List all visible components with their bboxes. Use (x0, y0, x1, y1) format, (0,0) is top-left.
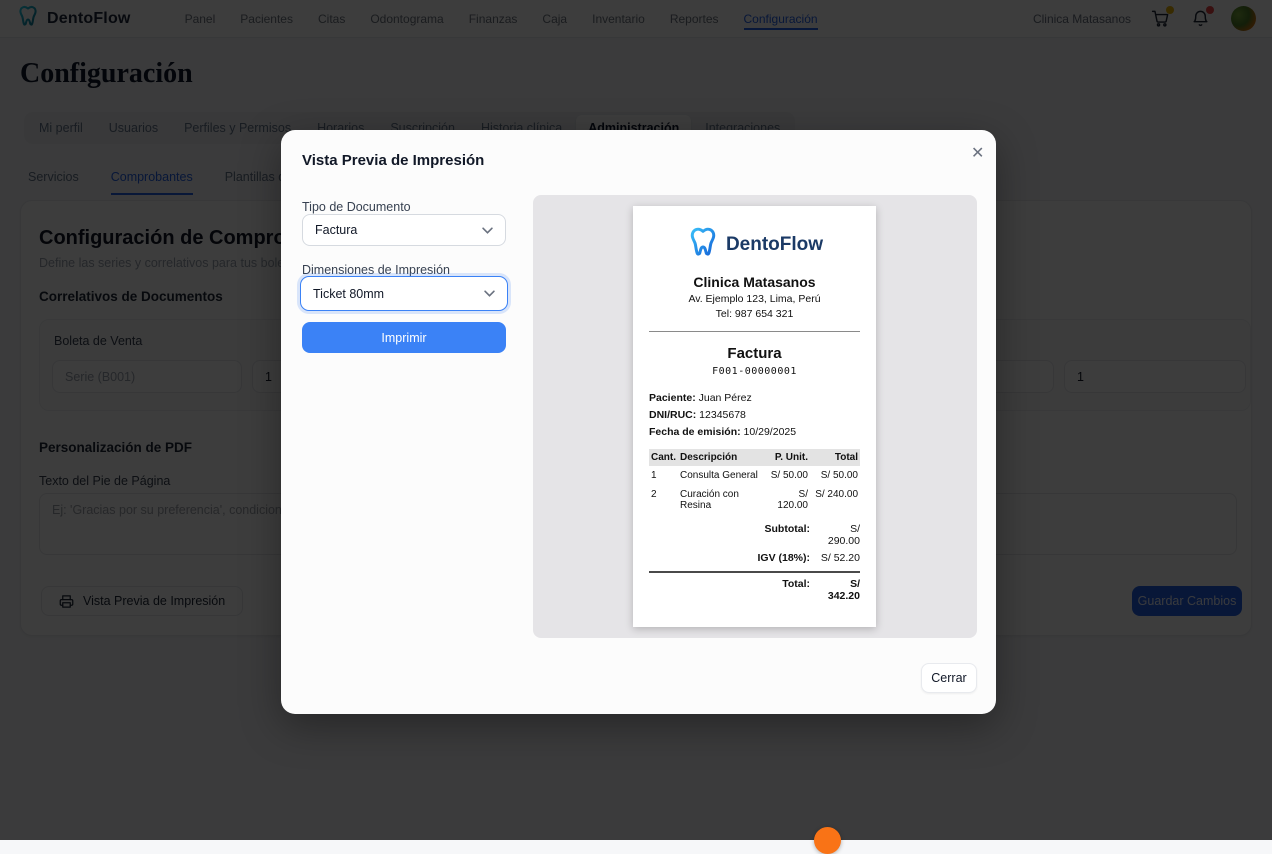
dni-value: 12345678 (699, 409, 746, 421)
receipt-preview-area: DentoFlow Clinica Matasanos Av. Ejemplo … (533, 195, 977, 638)
receipt-patient-info: Paciente: Juan Pérez DNI/RUC: 12345678 F… (649, 390, 860, 440)
receipt-doc-title: Factura (649, 345, 860, 362)
subtotal-row: Subtotal: S/ 290.00 (649, 523, 860, 547)
tooth-logo-icon (686, 225, 720, 264)
receipt-items-table: Cant. Descripción P. Unit. Total 1 Consu… (649, 449, 860, 515)
igv-row: IGV (18%): S/ 52.20 (649, 552, 860, 564)
igv-label: IGV (18%): (757, 552, 810, 564)
receipt-ticket: DentoFlow Clinica Matasanos Av. Ejemplo … (633, 206, 876, 627)
doc-type-label: Tipo de Documento (302, 200, 411, 214)
cell-desc: Curación con Resina (678, 485, 764, 515)
col-descripcion: Descripción (678, 449, 764, 466)
col-cant: Cant. (649, 449, 678, 466)
cell-unit: S/ 50.00 (764, 466, 810, 485)
subtotal-label: Subtotal: (765, 523, 811, 535)
receipt-divider (649, 331, 860, 332)
receipt-doc-number: F001-00000001 (649, 366, 860, 377)
col-total: Total (810, 449, 860, 466)
total-label: Total: (782, 578, 810, 590)
floating-action-button[interactable] (814, 827, 841, 854)
modal-title: Vista Previa de Impresión (302, 152, 484, 169)
dimensions-select[interactable]: Ticket 80mm (300, 276, 508, 311)
modal-close-icon[interactable]: ✕ (971, 146, 984, 162)
dni-label: DNI/RUC: (649, 409, 696, 421)
print-button[interactable]: Imprimir (302, 322, 506, 353)
subtotal-value: S/ 290.00 (816, 523, 860, 547)
col-punit: P. Unit. (764, 449, 810, 466)
igv-value: S/ 52.20 (816, 552, 860, 564)
receipt-logo: DentoFlow (649, 225, 860, 264)
receipt-address: Av. Ejemplo 123, Lima, Perú (649, 293, 860, 305)
cell-unit: S/ 120.00 (764, 485, 810, 515)
cell-cant: 1 (649, 466, 678, 485)
cell-total: S/ 50.00 (810, 466, 860, 485)
receipt-phone: Tel: 987 654 321 (649, 308, 860, 320)
close-modal-button[interactable]: Cerrar (921, 663, 977, 693)
receipt-brand-name: DentoFlow (726, 234, 823, 256)
doc-type-select[interactable]: Factura (302, 214, 506, 246)
table-header-row: Cant. Descripción P. Unit. Total (649, 449, 860, 466)
cell-desc: Consulta General (678, 466, 764, 485)
total-value: S/ 342.20 (816, 578, 860, 602)
receipt-totals: Subtotal: S/ 290.00 IGV (18%): S/ 52.20 … (649, 523, 860, 602)
date-label: Fecha de emisión: (649, 426, 741, 438)
print-preview-modal: Vista Previa de Impresión ✕ Tipo de Docu… (281, 130, 996, 714)
total-row: Total: S/ 342.20 (649, 571, 860, 602)
receipt-clinic-name: Clinica Matasanos (649, 274, 860, 290)
cell-total: S/ 240.00 (810, 485, 860, 515)
dimensions-value: Ticket 80mm (313, 287, 384, 301)
doc-type-value: Factura (315, 223, 357, 237)
patient-label: Paciente: (649, 392, 696, 404)
table-row: 2 Curación con Resina S/ 120.00 S/ 240.0… (649, 485, 860, 515)
chevron-down-icon (484, 290, 495, 297)
chevron-down-icon (482, 227, 493, 234)
dimensions-label: Dimensiones de Impresión (302, 263, 450, 277)
date-value: 10/29/2025 (744, 426, 797, 438)
cell-cant: 2 (649, 485, 678, 515)
table-row: 1 Consulta General S/ 50.00 S/ 50.00 (649, 466, 860, 485)
patient-value: Juan Pérez (699, 392, 752, 404)
